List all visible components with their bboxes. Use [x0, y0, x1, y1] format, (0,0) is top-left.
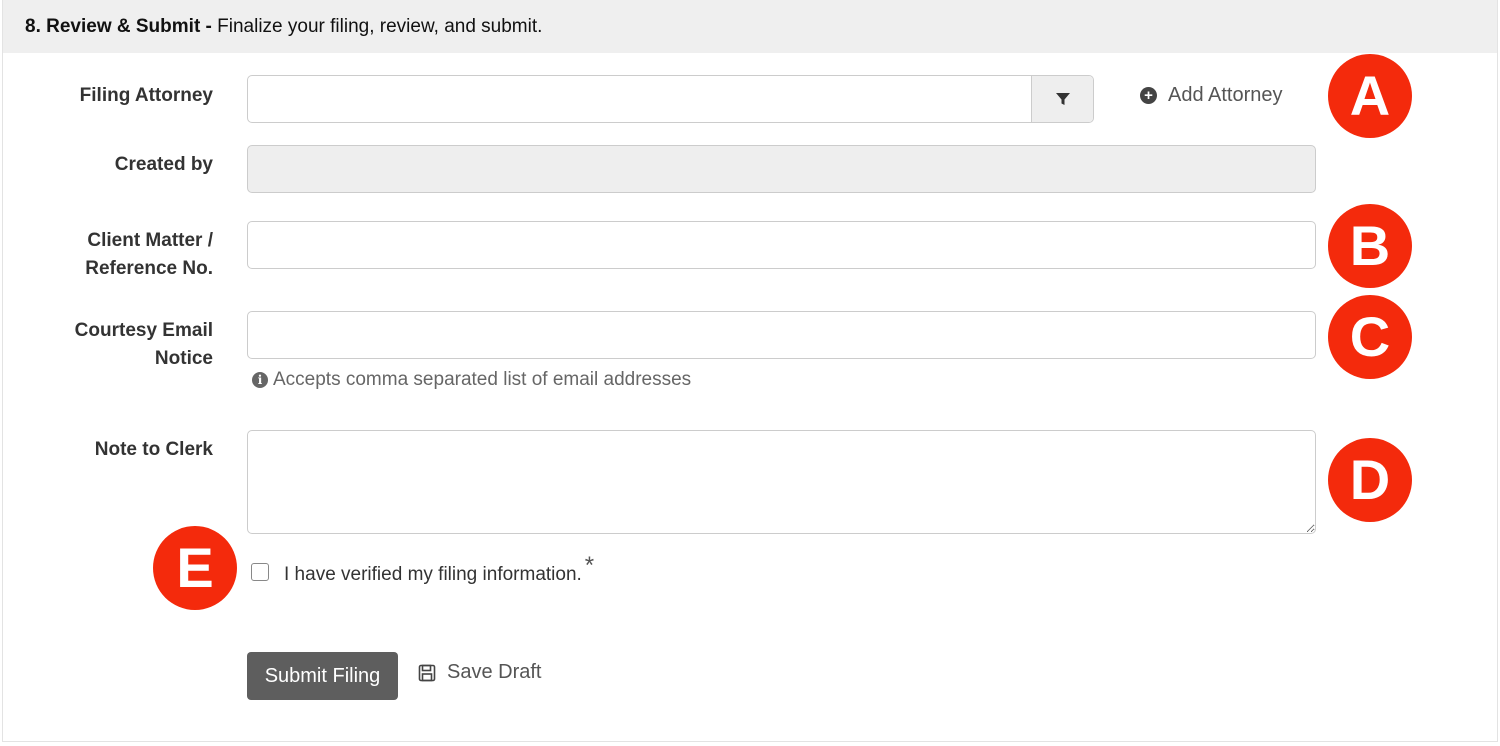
filter-icon: [1055, 93, 1070, 105]
client-matter-label-line2: Reference No.: [85, 258, 213, 279]
step-title: 8. Review & Submit -: [25, 16, 212, 37]
submit-filing-button[interactable]: Submit Filing: [247, 652, 398, 700]
filing-attorney-input[interactable]: [248, 76, 1031, 122]
courtesy-email-help: i Accepts comma separated list of email …: [252, 369, 691, 391]
filter-button[interactable]: [1031, 76, 1093, 122]
filing-attorney-label: Filing Attorney: [79, 85, 213, 106]
add-attorney-label: Add Attorney: [1168, 84, 1283, 106]
floppy-disk-icon: [418, 664, 436, 681]
callout-badge-d: D: [1328, 438, 1412, 522]
add-attorney-link[interactable]: + Add Attorney: [1140, 84, 1283, 107]
courtesy-email-help-text: Accepts comma separated list of email ad…: [273, 369, 692, 390]
plus-circle-icon: +: [1140, 87, 1157, 104]
panel-header: 8. Review & Submit - Finalize your filin…: [3, 0, 1497, 53]
callout-badge-b: B: [1328, 204, 1412, 288]
info-circle-icon: i: [252, 372, 268, 388]
client-matter-label: Client Matter / Reference No.: [85, 227, 213, 283]
courtesy-email-label-line2: Notice: [154, 348, 213, 369]
verify-checkbox[interactable]: [251, 563, 269, 581]
note-to-clerk-label: Note to Clerk: [94, 439, 213, 460]
courtesy-email-input[interactable]: [247, 311, 1316, 359]
callout-badge-a: A: [1328, 54, 1412, 138]
verify-row: I have verified my filing information. *: [251, 552, 595, 589]
verify-label[interactable]: I have verified my filing information.: [284, 561, 582, 589]
save-draft-button[interactable]: Save Draft: [418, 661, 541, 684]
callout-badge-e: E: [153, 526, 237, 610]
client-matter-label-line1: Client Matter /: [87, 230, 213, 251]
filing-attorney-combobox[interactable]: [247, 75, 1094, 123]
courtesy-email-label: Courtesy Email Notice: [75, 317, 213, 373]
save-draft-label: Save Draft: [447, 661, 542, 683]
step-description: Finalize your filing, review, and submit…: [217, 16, 543, 37]
courtesy-email-label-line1: Courtesy Email: [74, 320, 213, 341]
note-to-clerk-textarea[interactable]: [247, 430, 1316, 534]
client-matter-input[interactable]: [247, 221, 1316, 269]
required-asterisk: *: [584, 552, 595, 579]
created-by-field: [247, 145, 1316, 193]
created-by-label: Created by: [114, 154, 213, 175]
callout-badge-c: C: [1328, 295, 1412, 379]
